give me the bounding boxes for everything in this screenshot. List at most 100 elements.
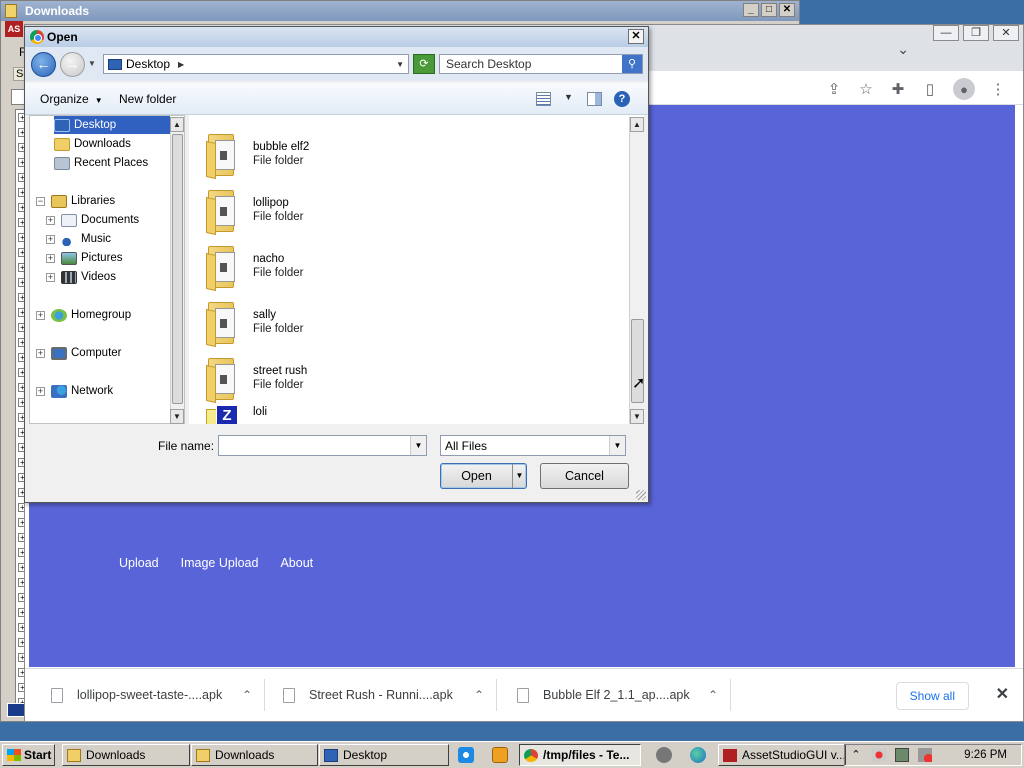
list-item[interactable]: bubble elf2 File folder [206,127,309,181]
list-item[interactable]: nacho File folder [206,239,304,293]
extensions-puzzle-icon[interactable]: ✚ [889,80,907,98]
volume-muted-icon[interactable] [918,748,932,762]
open-button[interactable]: Open ▼ [440,463,527,489]
background-window-titlebar[interactable]: Downloads _ □ ✕ [1,1,799,21]
resize-grip-icon[interactable] [636,490,646,500]
expand-icon[interactable]: + [36,386,45,396]
file-type-dropdown-icon[interactable]: ▼ [609,436,625,455]
taskbar-button-label: Desktop [343,748,388,762]
browser-restore-button[interactable]: ❐ [963,25,989,41]
maximize-button[interactable]: □ [761,3,777,17]
download-item[interactable]: Street Rush - Runni....apk ⌃ [257,679,497,711]
address-segment-desktop[interactable]: Desktop [126,57,170,71]
view-dropdown-icon[interactable]: ▼ [564,92,573,102]
media-player-icon[interactable] [492,747,508,763]
dialog-close-button[interactable]: ✕ [628,29,644,44]
show-hidden-icons-icon[interactable]: ⌃ [849,748,863,762]
side-panel-icon[interactable]: ▯ [921,80,939,98]
nav-link-about[interactable]: About [280,556,313,570]
browser-minimize-button[interactable]: — [933,25,959,41]
nav-item-documents[interactable]: + Documents [46,211,139,229]
share-icon[interactable]: ⇪ [825,80,843,98]
taskbar-button-assetstudio[interactable]: AssetStudioGUI v... [718,744,846,766]
file-type-select[interactable]: All Files ▼ [440,435,626,456]
expand-icon[interactable]: + [46,234,55,244]
nav-item-recent-places[interactable]: Recent Places [54,154,148,172]
nav-item-computer[interactable]: + Computer [36,344,122,362]
browser-close-button[interactable]: ✕ [993,25,1019,41]
start-button[interactable]: Start [2,744,55,766]
chevron-up-icon[interactable]: ⌃ [239,688,255,702]
show-all-button[interactable]: Show all [895,682,969,710]
file-name-dropdown-icon[interactable]: ▼ [410,436,426,455]
collapse-icon[interactable]: − [36,196,45,206]
page-scrollbar[interactable] [1015,105,1021,667]
scroll-up-arrow-icon[interactable]: ▲ [630,117,644,132]
taskbar-button-downloads[interactable]: Downloads [62,744,190,766]
nav-item-network[interactable]: + Network [36,382,113,400]
tab-search-chevron-icon[interactable]: ⌄ [897,41,909,58]
close-shelf-icon[interactable]: ✕ [996,684,1009,704]
scrollbar-thumb[interactable] [172,134,183,404]
nav-link-upload[interactable]: Upload [119,556,159,570]
action-center-icon[interactable] [872,748,886,762]
taskbar-button-chrome[interactable]: /tmp/files - Te... [519,744,641,766]
navigation-scrollbar[interactable]: ▲ ▼ [170,117,184,424]
address-breadcrumb[interactable]: Desktop ▶ ▼ [103,54,409,74]
change-view-icon[interactable] [536,92,551,106]
profile-avatar-icon[interactable]: ● [953,78,975,100]
forward-arrow-icon[interactable]: → [60,52,85,77]
bookmark-star-icon[interactable]: ☆ [857,80,875,98]
back-arrow-icon[interactable]: ← [31,52,56,77]
taskbar-button-downloads-2[interactable]: Downloads [191,744,318,766]
dialog-titlebar[interactable]: Open ✕ [25,27,648,47]
open-split-dropdown-icon[interactable]: ▼ [512,464,526,488]
scroll-down-arrow-icon[interactable]: ▼ [630,409,644,424]
list-item[interactable]: Z loli [206,405,267,424]
organize-button[interactable]: Organize ▼ [40,92,103,106]
nav-item-homegroup[interactable]: + Homegroup [36,306,131,324]
nav-item-pictures[interactable]: + Pictures [46,249,123,267]
close-button[interactable]: ✕ [779,3,795,17]
preview-pane-icon[interactable] [587,92,602,106]
new-folder-button[interactable]: New folder [119,92,176,106]
file-type: File folder [253,211,304,223]
breadcrumb-arrow-icon[interactable]: ▶ [178,60,184,69]
cancel-button[interactable]: Cancel [540,463,629,489]
history-dropdown-icon[interactable]: ▼ [88,59,96,68]
refresh-icon[interactable]: ⟳ [413,54,435,74]
nav-item-libraries[interactable]: − Libraries [36,192,115,210]
chevron-up-icon[interactable]: ⌃ [705,688,721,702]
nav-item-downloads[interactable]: Downloads [54,135,131,153]
nav-item-music[interactable]: + Music [46,230,111,248]
taskbar-button-desktop[interactable]: Desktop [319,744,449,766]
expand-icon[interactable]: + [46,272,55,282]
expand-icon[interactable]: + [36,348,45,358]
file-name-input[interactable] [219,436,405,455]
nav-item-desktop[interactable]: Desktop [54,116,170,134]
scroll-down-arrow-icon[interactable]: ▼ [170,409,184,424]
chevron-up-icon[interactable]: ⌃ [471,688,487,702]
nav-link-image-upload[interactable]: Image Upload [181,556,259,570]
network-tray-icon[interactable] [895,748,909,762]
search-icon[interactable]: ⚲ [622,55,642,73]
help-icon[interactable]: ? [614,91,630,107]
download-item[interactable]: lollipop-sweet-taste-....apk ⌃ [25,679,265,711]
list-item[interactable]: lollipop File folder [206,183,304,237]
nav-item-videos[interactable]: + Videos [46,268,116,286]
kebab-menu-icon[interactable]: ⋮ [989,80,1007,98]
search-input[interactable] [440,55,616,73]
internet-explorer-icon[interactable] [458,747,474,763]
clock[interactable]: 9:26 PM [964,749,1007,761]
raccoon-app-icon[interactable] [656,747,672,763]
minimize-button[interactable]: _ [743,3,759,17]
address-dropdown-icon[interactable]: ▼ [396,60,404,69]
download-item[interactable]: Bubble Elf 2_1.1_ap....apk ⌃ [491,679,731,711]
expand-icon[interactable]: + [46,253,55,263]
list-item[interactable]: street rush File folder [206,351,307,405]
expand-icon[interactable]: + [46,215,55,225]
edge-browser-icon[interactable] [690,747,706,763]
list-item[interactable]: sally File folder [206,295,304,349]
scroll-up-arrow-icon[interactable]: ▲ [170,117,184,132]
expand-icon[interactable]: + [36,310,45,320]
